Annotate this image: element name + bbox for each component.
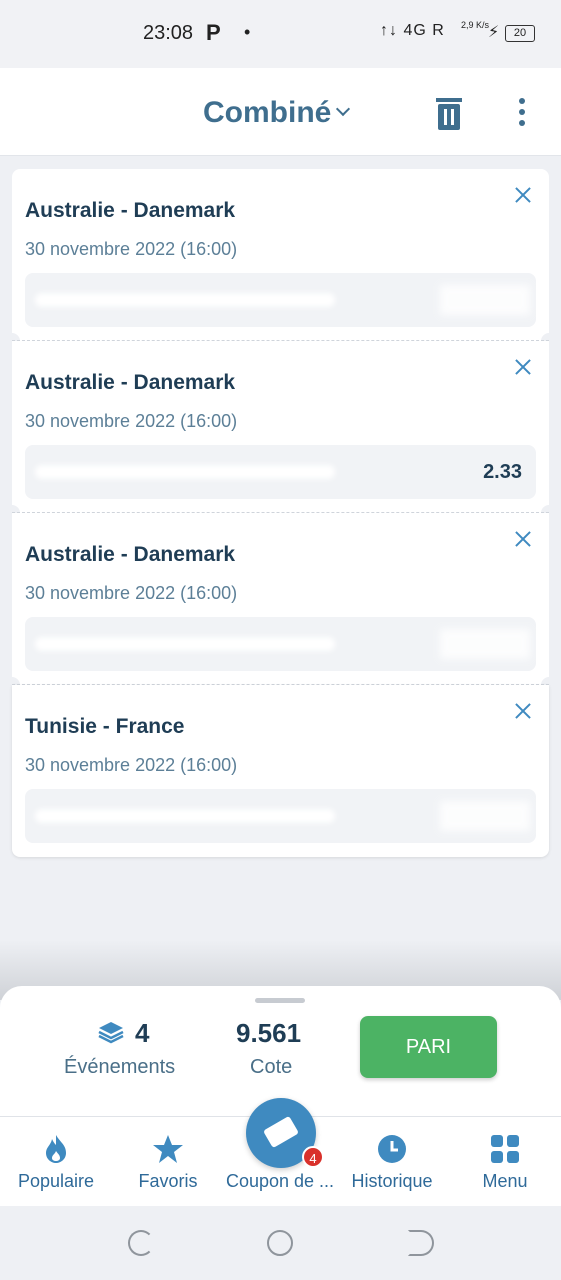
tab-label: Favoris [138,1171,198,1191]
match-name: Australie - Danemark [25,199,236,222]
bet-selection: 2.33 [25,445,536,499]
events-count: 4 [135,1018,150,1048]
redacted-text [35,465,335,479]
network-speed: 2,9 K/s [461,20,490,30]
status-time: 23:08 [143,22,194,44]
match-name: Australie - Danemark [25,543,236,566]
tab-favoris[interactable]: Favoris [112,1117,224,1207]
match-name: Australie - Danemark [25,371,236,394]
place-bet-button[interactable]: PARI [360,1016,497,1078]
bet-type-selector[interactable]: Combiné [203,96,331,130]
drag-handle[interactable] [255,998,305,1003]
match-date: 30 novembre 2022 (16:00) [25,239,238,259]
tab-label: Populaire [17,1171,95,1191]
notification-dot-icon: • [244,22,251,42]
bet-selection [25,617,536,671]
bet-card: Australie - Danemark 30 novembre 2022 (1… [4,341,557,521]
bet-summary-sheet: 4 Événements 9.561 Cote PARI [0,986,561,1116]
total-odds: 9.561 [236,1018,302,1048]
bet-odd: 2.33 [483,461,522,483]
redacted-text [440,285,530,315]
match-date: 30 novembre 2022 (16:00) [25,755,238,775]
tab-label: Coupon de ... [225,1171,335,1191]
tab-label: Menu [482,1171,528,1191]
star-icon [153,1135,183,1163]
coupon-button[interactable]: 4 [246,1098,324,1168]
remove-bet-icon[interactable] [512,356,534,378]
parking-icon: P [206,20,221,45]
redacted-text [440,801,530,831]
remove-bet-icon[interactable] [512,528,534,550]
match-date: 30 novembre 2022 (16:00) [25,411,238,431]
bet-selection [25,789,536,843]
events-label: Événements [64,1056,176,1078]
app-header: Combiné [0,68,561,156]
network-signal-icon: ↑↓ 4G R [380,22,445,39]
bet-selection [25,273,536,327]
tab-historique[interactable]: Historique [336,1117,448,1207]
bet-card: Australie - Danemark 30 novembre 2022 (1… [4,169,557,349]
redacted-text [440,629,530,659]
coupon-count-badge: 4 [302,1146,324,1168]
ticket-icon [263,1115,299,1149]
layers-icon [98,1022,124,1044]
tab-menu[interactable]: Menu [449,1117,561,1207]
grid-icon [491,1135,519,1163]
home-icon[interactable] [267,1230,293,1256]
tab-populaire[interactable]: Populaire [0,1117,112,1207]
recent-apps-icon[interactable] [128,1230,154,1256]
redacted-text [35,293,335,307]
redacted-text [35,637,335,651]
match-date: 30 novembre 2022 (16:00) [25,583,238,603]
more-options-icon[interactable] [519,98,527,128]
trash-icon[interactable] [436,98,462,130]
bet-card: Australie - Danemark 30 novembre 2022 (1… [4,513,557,693]
back-icon[interactable] [408,1230,434,1256]
hotspot-icon: ⚡ [488,24,500,41]
flame-icon [46,1135,66,1163]
clock-icon [378,1135,406,1163]
odds-label: Cote [250,1056,293,1078]
remove-bet-icon[interactable] [512,700,534,722]
redacted-text [35,809,335,823]
match-name: Tunisie - France [25,715,185,738]
remove-bet-icon[interactable] [512,184,534,206]
status-bar: 23:08 P • ↑↓ 4G R 2,9 K/s ⚡ 20 [0,0,561,68]
bet-card: Tunisie - France 30 novembre 2022 (16:00… [12,685,549,857]
chevron-down-icon[interactable] [335,101,351,117]
system-nav-bar [0,1206,561,1280]
battery-icon: 20 [505,25,535,42]
tab-label: Historique [351,1171,433,1191]
